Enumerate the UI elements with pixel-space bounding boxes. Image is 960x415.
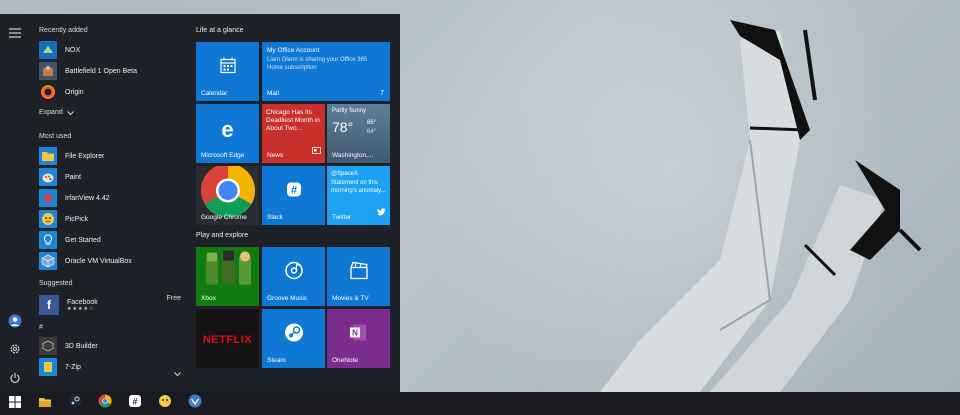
get-started-icon: [39, 231, 57, 249]
3d-builder-icon: [39, 337, 57, 355]
twitter-handle: @SpaceX: [331, 171, 359, 177]
weather-condition: Partly Sunny: [332, 108, 367, 114]
start-menu: Recently added NOX Battlefield 1 Open Be…: [0, 14, 400, 392]
app-item-irfanview[interactable]: IrfanView 4.42: [39, 188, 187, 208]
xbox-characters-icon: [200, 248, 256, 293]
start-rail: [0, 14, 30, 392]
virtualbox-icon: [188, 394, 202, 413]
picpick-icon: [158, 394, 172, 413]
tile-steam[interactable]: Steam: [262, 309, 325, 368]
tile-onenote[interactable]: N OneNote: [327, 309, 390, 368]
tile-area: Life at a glance Calendar My Office Acco…: [196, 14, 396, 392]
file-explorer-icon: [38, 395, 52, 413]
office-account-body: Liam Glenn is sharing your Office 365 Ho…: [267, 57, 368, 71]
news-icon: [312, 141, 321, 159]
slack-icon: #: [285, 180, 303, 203]
settings-gear-icon[interactable]: [6, 340, 24, 358]
netflix-logo: NETFLIX: [202, 333, 253, 346]
svg-text:#: #: [290, 184, 296, 196]
section-hash: #: [39, 324, 43, 331]
expand-button[interactable]: Expand: [39, 105, 187, 119]
folder-icon: [39, 358, 57, 376]
picpick-icon: [39, 210, 57, 228]
nox-icon: [39, 41, 57, 59]
chevron-down-icon[interactable]: [174, 364, 181, 382]
file-explorer-icon: [39, 147, 57, 165]
tile-slack[interactable]: # Slack: [262, 166, 325, 225]
paint-icon: [39, 168, 57, 186]
taskbar-picpick[interactable]: [150, 392, 180, 415]
tile-chrome[interactable]: Google Chrome: [196, 166, 259, 225]
calendar-icon: [219, 56, 237, 79]
tile-twitter[interactable]: @SpaceX Statement on this morning's anom…: [327, 166, 390, 225]
tile-movies-tv[interactable]: Movies & TV: [327, 247, 390, 306]
taskbar-steam[interactable]: [60, 392, 90, 415]
weather-temp: 78°: [332, 119, 354, 135]
windows-icon: [9, 395, 21, 413]
tile-edge[interactable]: e Microsoft Edge: [196, 104, 259, 163]
app-item-7zip[interactable]: 7-Zip: [39, 357, 187, 377]
tile-weather[interactable]: Partly Sunny 78° 86° 64° Washington,...: [327, 104, 390, 163]
origin-icon: [39, 83, 57, 101]
chevron-down-icon: [66, 103, 74, 121]
weather-high: 86°: [367, 120, 377, 126]
app-item-origin[interactable]: Origin: [39, 82, 187, 102]
tile-mail-office[interactable]: My Office Account Liam Glenn is sharing …: [262, 42, 390, 101]
chrome-icon: [98, 394, 112, 413]
facebook-icon: f: [39, 295, 59, 315]
app-list: Recently added NOX Battlefield 1 Open Be…: [30, 14, 190, 392]
taskbar-file-explorer[interactable]: [30, 392, 60, 415]
app-item-3d-builder[interactable]: 3D Builder: [39, 336, 187, 356]
app-item-get-started[interactable]: Get Started: [39, 230, 187, 250]
app-item-battlefield[interactable]: Battlefield 1 Open Beta: [39, 61, 187, 81]
free-tag: Free: [166, 295, 181, 302]
taskbar-virtualbox[interactable]: [180, 392, 210, 415]
section-suggested: Suggested: [39, 280, 73, 287]
weather-low: 64°: [367, 129, 377, 135]
group-life-at-a-glance: Life at a glance: [196, 27, 244, 34]
steam-icon: [68, 394, 82, 413]
battlefield-icon: [39, 62, 57, 80]
twitter-bird-icon: [377, 203, 386, 221]
taskbar: #: [0, 392, 960, 415]
app-item-picpick[interactable]: PicPick: [39, 209, 187, 229]
tile-calendar[interactable]: Calendar: [196, 42, 259, 101]
virtualbox-icon: [39, 252, 57, 270]
onenote-icon: N: [349, 322, 369, 347]
wallpaper-legs-art: [600, 20, 922, 392]
hamburger-menu-icon[interactable]: [6, 24, 24, 42]
tile-xbox[interactable]: Xbox: [196, 247, 259, 306]
app-item-nox[interactable]: NOX: [39, 40, 187, 60]
svg-text:N: N: [352, 329, 358, 338]
tile-netflix[interactable]: NETFLIX: [196, 309, 259, 368]
app-item-facebook-suggested[interactable]: f Facebook ★★★★☆ Free: [39, 293, 187, 317]
twitter-body: Statement on this morning's anomaly...: [331, 180, 386, 194]
taskbar-slack[interactable]: #: [120, 392, 150, 415]
news-headline: Chicago Has Its Deadliest Month in About…: [266, 109, 320, 132]
rating-stars: ★★★★☆: [67, 305, 95, 312]
group-play-and-explore: Play and explore: [196, 232, 249, 239]
app-item-file-explorer[interactable]: File Explorer: [39, 146, 187, 166]
section-most-used: Most used: [39, 133, 72, 140]
office-account-title: My Office Account: [267, 47, 320, 54]
edge-icon: e: [221, 116, 234, 142]
steam-icon: [284, 322, 304, 347]
app-item-virtualbox[interactable]: Oracle VM VirtualBox: [39, 251, 187, 271]
tile-news[interactable]: Chicago Has Its Deadliest Month in About…: [262, 104, 325, 163]
app-item-paint[interactable]: Paint: [39, 167, 187, 187]
irfanview-icon: [39, 189, 57, 207]
start-button[interactable]: [0, 392, 30, 415]
movies-tv-icon: [349, 261, 369, 284]
groove-music-icon: [284, 260, 304, 285]
mail-count-badge: 7: [380, 90, 384, 97]
tile-groove-music[interactable]: Groove Music: [262, 247, 325, 306]
taskbar-chrome[interactable]: [90, 392, 120, 415]
section-recently-added: Recently added: [39, 27, 88, 34]
user-avatar-icon[interactable]: [6, 312, 24, 330]
slack-icon: #: [128, 394, 142, 413]
power-icon[interactable]: [6, 369, 24, 387]
svg-text:#: #: [132, 397, 137, 407]
